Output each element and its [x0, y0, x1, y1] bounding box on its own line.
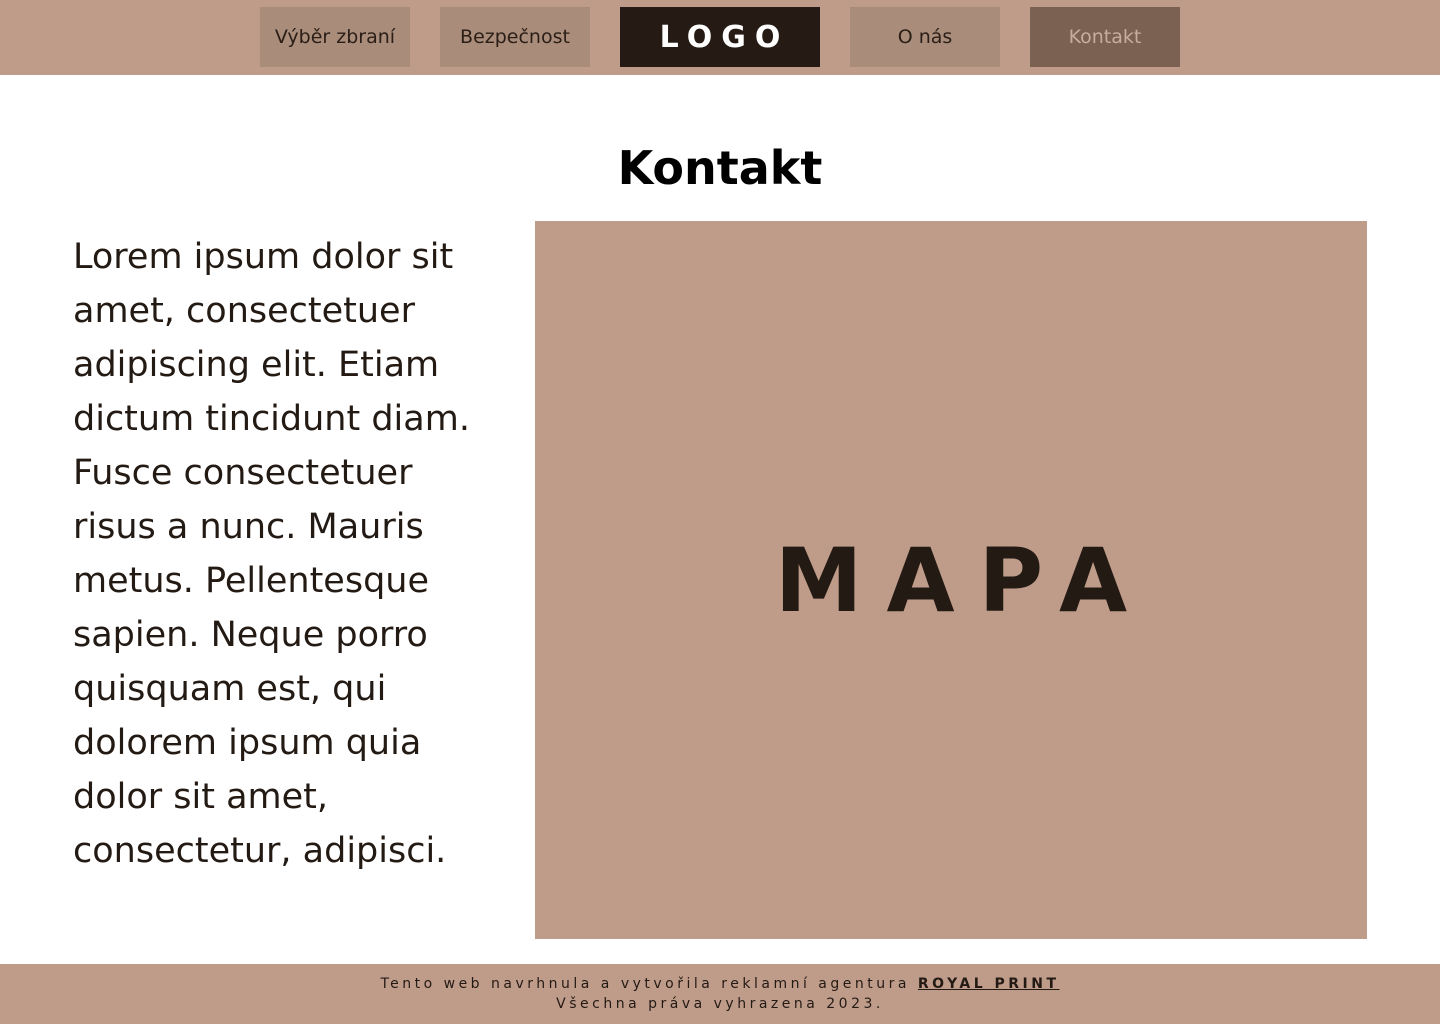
page-title: Kontakt: [617, 141, 823, 195]
footer-copyright: Všechna práva vyhrazena 2023.: [556, 996, 884, 1012]
footer-credit: Tento web navrhnula a vytvořila reklamní…: [0, 976, 1440, 992]
nav-contact-active[interactable]: Kontakt: [1030, 7, 1180, 67]
agency-link[interactable]: ROYAL PRINT: [918, 976, 1060, 992]
nav-about-us[interactable]: O nás: [850, 7, 1000, 67]
top-navigation: Výběr zbraní Bezpečnost LOGO O nás Konta…: [0, 0, 1440, 75]
footer-credit-text: Tento web navrhnula a vytvořila reklamní…: [380, 976, 918, 992]
nav-weapon-selection[interactable]: Výběr zbraní: [260, 7, 410, 67]
nav-safety[interactable]: Bezpečnost: [440, 7, 590, 67]
map-placeholder[interactable]: MAPA: [535, 221, 1367, 939]
logo[interactable]: LOGO: [620, 7, 820, 67]
map-label: MAPA: [774, 528, 1152, 632]
contact-description: Lorem ipsum dolor sit amet, consectetuer…: [73, 237, 470, 871]
footer: Tento web navrhnula a vytvořila reklamní…: [0, 964, 1440, 1024]
